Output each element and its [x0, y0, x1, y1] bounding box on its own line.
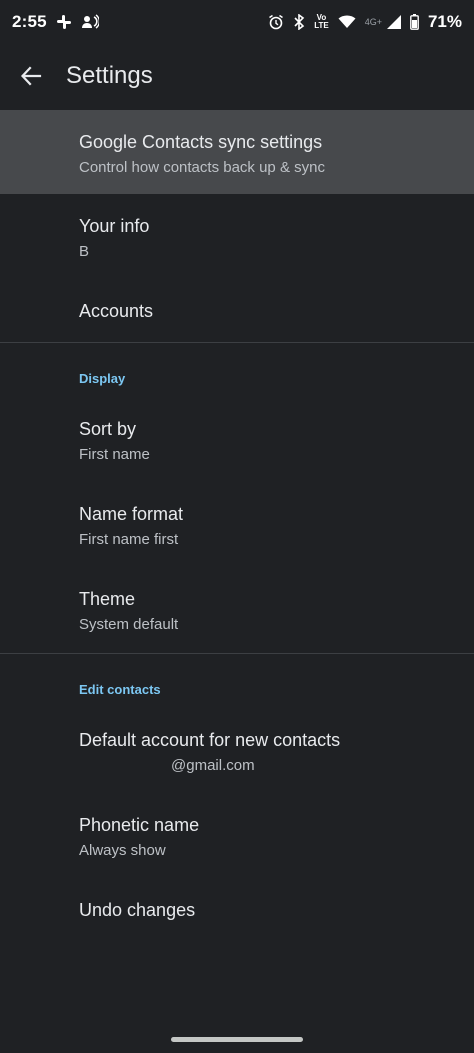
sync-settings-subtitle: Control how contacts back up & sync — [79, 159, 325, 176]
app-bar: Settings — [0, 44, 474, 108]
accounts-item[interactable]: Accounts — [0, 280, 474, 342]
arrow-back-icon — [20, 66, 42, 86]
alarm-icon — [268, 14, 284, 30]
slack-icon — [56, 14, 72, 30]
wifi-icon — [338, 15, 356, 29]
sync-settings-title: Google Contacts sync settings — [79, 132, 323, 152]
sort-by-subtitle: First name — [79, 446, 150, 463]
name-format-title: Name format — [79, 504, 184, 524]
battery-icon — [410, 14, 419, 30]
divider — [0, 342, 474, 343]
your-info-subtitle: B — [79, 243, 90, 260]
accounts-title: Accounts — [79, 301, 154, 321]
theme-item[interactable]: Theme System default — [0, 568, 474, 653]
gesture-nav-handle[interactable] — [171, 1037, 303, 1042]
undo-changes-item[interactable]: Undo changes — [0, 879, 474, 941]
undo-changes-title: Undo changes — [79, 900, 196, 920]
network-type-label: 4G+ — [364, 17, 382, 27]
name-format-subtitle: First name first — [79, 531, 179, 548]
phonetic-name-title: Phonetic name — [79, 815, 200, 835]
name-format-item[interactable]: Name format First name first — [0, 483, 474, 568]
phonetic-name-subtitle: Always show — [79, 842, 166, 859]
your-info-title: Your info — [79, 216, 150, 236]
contacts-sync-icon — [81, 14, 99, 30]
default-account-item[interactable]: Default account for new contacts @gmail.… — [0, 708, 474, 794]
section-header-display: Display — [79, 371, 126, 386]
bluetooth-icon — [293, 14, 305, 30]
page-title: Settings — [66, 62, 153, 89]
volte-icon: Vo LTE — [314, 13, 329, 30]
theme-title: Theme — [79, 589, 136, 609]
sync-settings-item[interactable]: Google Contacts sync settings Control ho… — [0, 110, 474, 194]
status-bar: 2:55 Vo LTE 4G+ 71% — [0, 0, 474, 44]
default-account-title: Default account for new contacts — [79, 730, 341, 750]
status-time: 2:55 — [12, 12, 47, 31]
divider — [0, 653, 474, 654]
sort-by-title: Sort by — [79, 419, 137, 439]
default-account-subtitle: @gmail.com — [171, 757, 255, 774]
your-info-item[interactable]: Your info B — [0, 194, 474, 280]
back-button[interactable] — [9, 54, 53, 98]
theme-subtitle: System default — [79, 616, 179, 633]
phonetic-name-item[interactable]: Phonetic name Always show — [0, 794, 474, 879]
battery-percent: 71% — [427, 12, 462, 31]
signal-icon — [386, 15, 401, 29]
section-header-edit-contacts: Edit contacts — [79, 682, 161, 697]
sort-by-item[interactable]: Sort by First name — [0, 397, 474, 483]
